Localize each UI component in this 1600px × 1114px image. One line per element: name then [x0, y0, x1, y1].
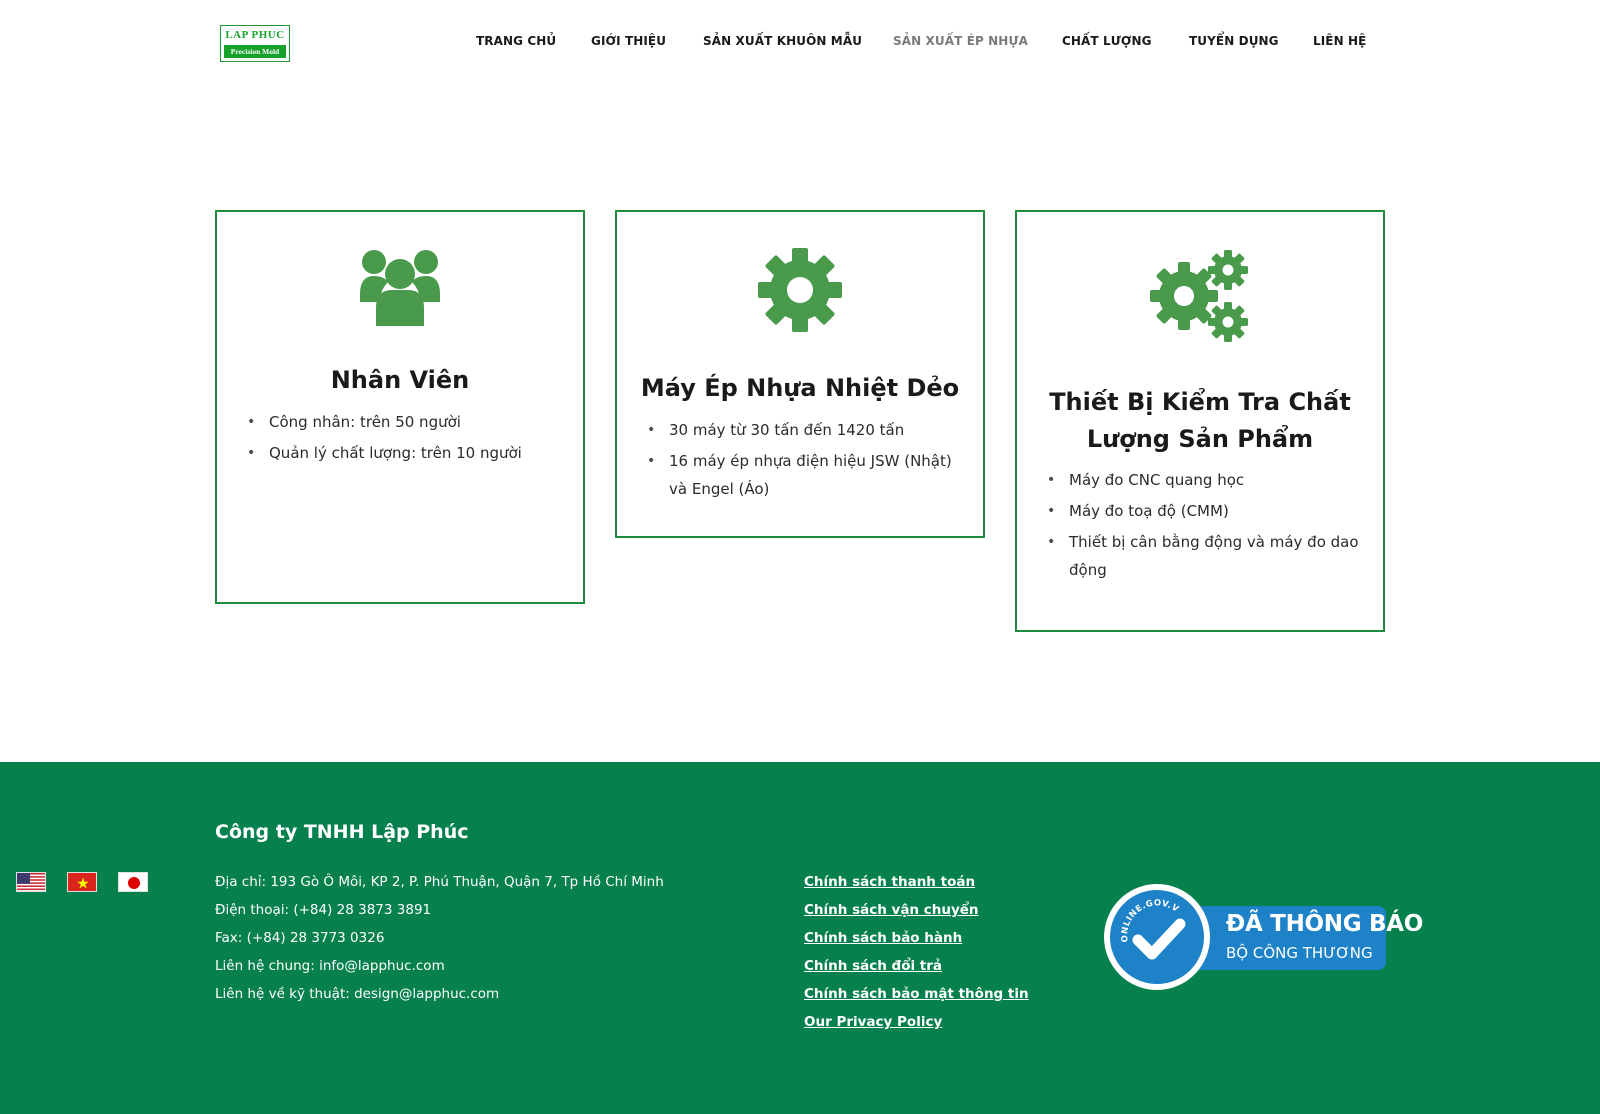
card-machines: Máy Ép Nhựa Nhiệt Dẻo 30 máy từ 30 tấn đ…	[615, 210, 985, 538]
card-list: Công nhân: trên 50 người Quản lý chất lư…	[247, 408, 565, 470]
vn-flag-icon[interactable]	[67, 872, 97, 892]
card-title: Máy Ép Nhựa Nhiệt Dẻo	[640, 374, 960, 402]
card-staff: Nhân Viên Công nhân: trên 50 người Quản …	[215, 210, 585, 604]
card-list: Máy đo CNC quang học Máy đo toạ độ (CMM)…	[1047, 466, 1365, 587]
card-list: 30 máy từ 30 tấn đến 1420 tấn 16 máy ép …	[647, 416, 965, 506]
list-item: Quản lý chất lượng: trên 10 người	[247, 439, 565, 467]
nav-item-careers[interactable]: TUYỂN DỤNG	[1189, 34, 1279, 48]
policy-link-privacy-info[interactable]: Chính sách bảo mật thông tin	[804, 980, 1029, 1008]
nav-item-mold[interactable]: SẢN XUẤT KHUÔN MẪU	[703, 34, 862, 48]
jp-flag-icon[interactable]	[118, 872, 148, 892]
nav-item-about[interactable]: GIỚI THIỆU	[591, 34, 666, 48]
site-footer: Công ty TNHH Lập Phúc Địa chỉ: 193 Gò Ô …	[0, 762, 1600, 1114]
us-flag-icon[interactable]	[16, 872, 46, 892]
card-inspection: Thiết Bị Kiểm Tra Chất Lượng Sản Phẩm Má…	[1015, 210, 1385, 632]
list-item: Công nhân: trên 50 người	[247, 408, 565, 436]
gear-icon	[758, 248, 842, 332]
list-item: 16 máy ép nhựa điện hiệu JSW (Nhật) và E…	[647, 447, 965, 503]
card-title: Thiết Bị Kiểm Tra Chất Lượng Sản Phẩm	[1049, 388, 1351, 453]
nav-item-contact[interactable]: LIÊN HỆ	[1313, 34, 1366, 48]
site-header: LAP PHUC Precision Mold TRANG CHỦ GIỚI T…	[0, 0, 1600, 86]
footer-company-name: Công ty TNHH Lập Phúc	[215, 821, 469, 843]
policy-link-payment[interactable]: Chính sách thanh toán	[804, 868, 1029, 896]
card-title: Nhân Viên	[330, 366, 470, 394]
footer-general-email: Liên hệ chung: info@lapphuc.com	[215, 958, 445, 974]
footer-contact-info: Địa chỉ: 193 Gò Ô Môi, KP 2, P. Phú Thuậ…	[215, 868, 664, 1008]
policy-link-warranty[interactable]: Chính sách bảo hành	[804, 924, 1029, 952]
list-item: 30 máy từ 30 tấn đến 1420 tấn	[647, 416, 965, 444]
moit-registration-badge[interactable]: ĐÃ THÔNG BÁO BỘ CÔNG THƯƠNG ONLINE.GOV.V…	[1104, 884, 1423, 990]
footer-phone: Điện thoại: (+84) 28 3873 3891	[215, 902, 432, 918]
badge-line1: ĐÃ THÔNG BÁO	[1226, 911, 1423, 937]
gears-icon	[1150, 250, 1248, 342]
footer-policy-links: Chính sách thanh toán Chính sách vận chu…	[804, 868, 1029, 1036]
list-item: Máy đo CNC quang học	[1047, 466, 1365, 494]
logo-line1: LAP PHUC	[225, 29, 285, 41]
policy-link-shipping[interactable]: Chính sách vận chuyển	[804, 896, 1029, 924]
nav-item-quality[interactable]: CHẤT LƯỢNG	[1062, 34, 1152, 48]
footer-address: Địa chỉ: 193 Gò Ô Môi, KP 2, P. Phú Thuậ…	[215, 874, 664, 890]
policy-link-returns[interactable]: Chính sách đổi trả	[804, 952, 1029, 980]
footer-tech-email: Liên hệ về kỹ thuật: design@lapphuc.com	[215, 986, 500, 1002]
checkmark-icon	[1132, 918, 1186, 960]
list-item: Máy đo toạ độ (CMM)	[1047, 497, 1365, 525]
logo-line2: Precision Mold	[224, 45, 286, 58]
nav-item-home[interactable]: TRANG CHỦ	[476, 34, 556, 48]
nav-item-injection[interactable]: SẢN XUẤT ÉP NHỰA	[893, 34, 1028, 48]
badge-line2: BỘ CÔNG THƯƠNG	[1226, 944, 1373, 962]
badge-check-circle: ONLINE.GOV.VN	[1104, 884, 1210, 990]
site-logo[interactable]: LAP PHUC Precision Mold	[220, 25, 290, 62]
footer-fax: Fax: (+84) 28 3773 0326	[215, 930, 385, 946]
users-icon	[360, 250, 440, 326]
policy-link-privacy-policy[interactable]: Our Privacy Policy	[804, 1008, 1029, 1036]
list-item: Thiết bị cân bằng động và máy đo dao độn…	[1047, 528, 1365, 584]
